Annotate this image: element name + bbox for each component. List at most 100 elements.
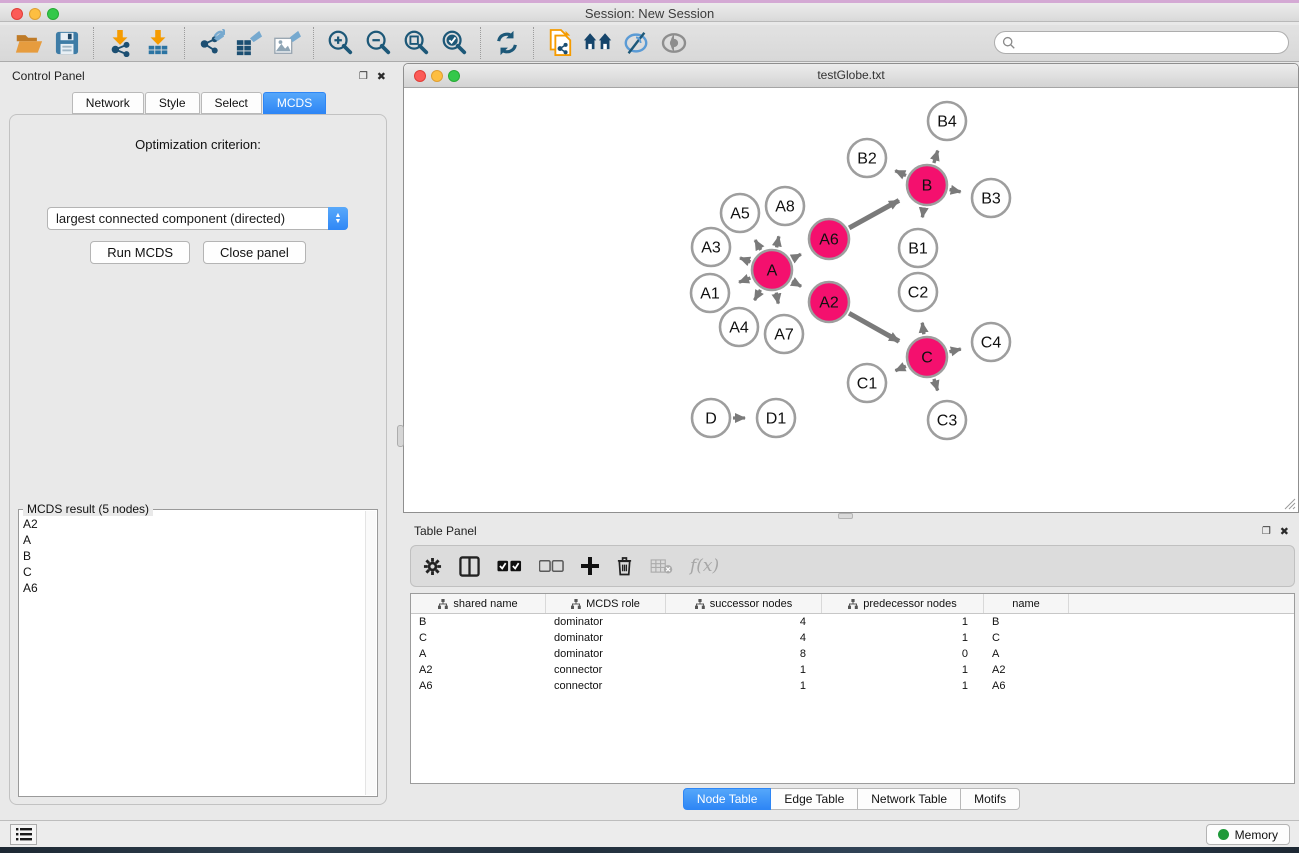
close-panel-button[interactable]: Close panel — [203, 241, 306, 264]
table-row[interactable]: A6connector11A6 — [411, 678, 1294, 694]
mcds-result-item[interactable]: C — [23, 564, 375, 580]
mcds-result-item[interactable]: A2 — [23, 516, 375, 532]
cell-predecessor-nodes[interactable]: 1 — [822, 664, 984, 676]
column-header-shared-name[interactable]: shared name — [411, 594, 546, 613]
node-C2[interactable]: C2 — [899, 273, 937, 311]
deselect-all-icon[interactable] — [539, 560, 564, 572]
column-header-MCDS-role[interactable]: MCDS role — [546, 594, 666, 613]
edge-B-B4[interactable] — [934, 151, 938, 163]
edge-A-A8[interactable] — [777, 236, 779, 247]
edge-B-B1[interactable] — [922, 208, 923, 218]
cell-MCDS-role[interactable]: dominator — [546, 632, 666, 644]
cell-MCDS-role[interactable]: dominator — [546, 648, 666, 660]
edge-A2-C[interactable] — [849, 313, 899, 341]
run-mcds-button[interactable]: Run MCDS — [90, 241, 190, 264]
node-D1[interactable]: D1 — [757, 399, 795, 437]
table-row[interactable]: Bdominator41B — [411, 614, 1294, 630]
edge-C-C1[interactable] — [895, 366, 905, 371]
cell-successor-nodes[interactable]: 4 — [666, 632, 822, 644]
zoom-in-icon[interactable] — [325, 28, 355, 58]
table-close-icon[interactable]: ✖ — [1280, 525, 1289, 538]
tab-network[interactable]: Network — [72, 92, 144, 114]
cell-shared-name[interactable]: A2 — [411, 664, 546, 676]
cell-successor-nodes[interactable]: 4 — [666, 616, 822, 628]
export-table-icon[interactable] — [234, 28, 264, 58]
cell-shared-name[interactable]: A — [411, 648, 546, 660]
table-row[interactable]: A2connector11A2 — [411, 662, 1294, 678]
cell-predecessor-nodes[interactable]: 1 — [822, 616, 984, 628]
style-preview-icon[interactable] — [621, 28, 651, 58]
node-A3[interactable]: A3 — [692, 228, 730, 266]
node-D[interactable]: D — [692, 399, 730, 437]
node-A5[interactable]: A5 — [721, 194, 759, 232]
cell-shared-name[interactable]: A6 — [411, 680, 546, 692]
column-header-successor-nodes[interactable]: successor nodes — [666, 594, 822, 613]
node-B3[interactable]: B3 — [972, 179, 1010, 217]
search-input[interactable] — [994, 31, 1289, 54]
column-header-predecessor-nodes[interactable]: predecessor nodes — [822, 594, 984, 613]
zoom-fit-icon[interactable] — [401, 28, 431, 58]
optimization-criterion-select[interactable]: largest connected component (directed) ▲… — [47, 207, 348, 230]
tab-network-table[interactable]: Network Table — [858, 788, 961, 810]
node-B2[interactable]: B2 — [848, 139, 886, 177]
cell-shared-name[interactable]: C — [411, 632, 546, 644]
home-icon[interactable] — [583, 28, 613, 58]
node-C[interactable]: C — [907, 337, 947, 377]
refresh-icon[interactable] — [492, 28, 522, 58]
network-canvas[interactable]: B4B2BB3A8A5A6A3B1AA1C2A2A4A7C4CC1DD1C3 — [405, 89, 1297, 511]
mcds-result-list[interactable]: A2ABCA6 — [19, 510, 377, 596]
node-A8[interactable]: A8 — [766, 187, 804, 225]
tab-edge-table[interactable]: Edge Table — [771, 788, 858, 810]
column-chooser-icon[interactable] — [459, 556, 480, 577]
import-table-icon[interactable] — [143, 28, 173, 58]
close-panel-icon[interactable]: ✖ — [377, 70, 386, 83]
node-A1[interactable]: A1 — [691, 274, 729, 312]
cell-MCDS-role[interactable]: dominator — [546, 616, 666, 628]
window-resize-grip[interactable] — [1283, 497, 1296, 510]
result-scrollbar[interactable] — [365, 511, 376, 795]
edge-A-A2[interactable] — [792, 281, 801, 286]
select-all-icon[interactable] — [497, 560, 522, 572]
export-network-icon[interactable] — [196, 28, 226, 58]
table-float-icon[interactable]: ❐ — [1262, 526, 1271, 537]
delete-table-icon[interactable] — [650, 559, 673, 574]
node-A4[interactable]: A4 — [720, 308, 758, 346]
task-history-button[interactable] — [10, 824, 37, 845]
mcds-result-item[interactable]: B — [23, 548, 375, 564]
cell-name[interactable]: C — [984, 632, 1069, 644]
node-A6[interactable]: A6 — [809, 219, 849, 259]
network-window-titlebar[interactable]: testGlobe.txt — [404, 64, 1298, 88]
function-builder-icon[interactable]: f(x) — [690, 556, 719, 576]
node-A2[interactable]: A2 — [809, 282, 849, 322]
open-file-icon[interactable] — [14, 28, 44, 58]
table-row[interactable]: Cdominator41C — [411, 630, 1294, 646]
node-B[interactable]: B — [907, 165, 947, 205]
cell-predecessor-nodes[interactable]: 1 — [822, 680, 984, 692]
tab-motifs[interactable]: Motifs — [961, 788, 1020, 810]
zoom-out-icon[interactable] — [363, 28, 393, 58]
cell-predecessor-nodes[interactable]: 0 — [822, 648, 984, 660]
edge-B-B2[interactable] — [895, 171, 906, 176]
cell-name[interactable]: A2 — [984, 664, 1069, 676]
edge-A-A7[interactable] — [776, 293, 778, 304]
node-B4[interactable]: B4 — [928, 102, 966, 140]
edge-A-A1[interactable] — [739, 278, 750, 282]
edge-B-B3[interactable] — [950, 190, 961, 192]
tab-mcds[interactable]: MCDS — [263, 92, 326, 114]
edge-A-A3[interactable] — [740, 258, 750, 262]
vertical-splitter-handle[interactable] — [397, 425, 404, 447]
cell-successor-nodes[interactable]: 8 — [666, 648, 822, 660]
delete-column-icon[interactable] — [616, 556, 633, 576]
tab-style[interactable]: Style — [145, 92, 200, 114]
edge-C-C2[interactable] — [922, 323, 924, 335]
zoom-selected-icon[interactable] — [439, 28, 469, 58]
edge-A-A4[interactable] — [755, 290, 761, 300]
cell-name[interactable]: A6 — [984, 680, 1069, 692]
export-image-icon[interactable] — [272, 28, 302, 58]
cell-MCDS-role[interactable]: connector — [546, 664, 666, 676]
column-header-name[interactable]: name — [984, 594, 1069, 613]
tab-node-table[interactable]: Node Table — [683, 788, 772, 810]
node-A7[interactable]: A7 — [765, 315, 803, 353]
edge-C-C3[interactable] — [934, 379, 938, 391]
table-settings-gear-icon[interactable] — [423, 557, 442, 576]
